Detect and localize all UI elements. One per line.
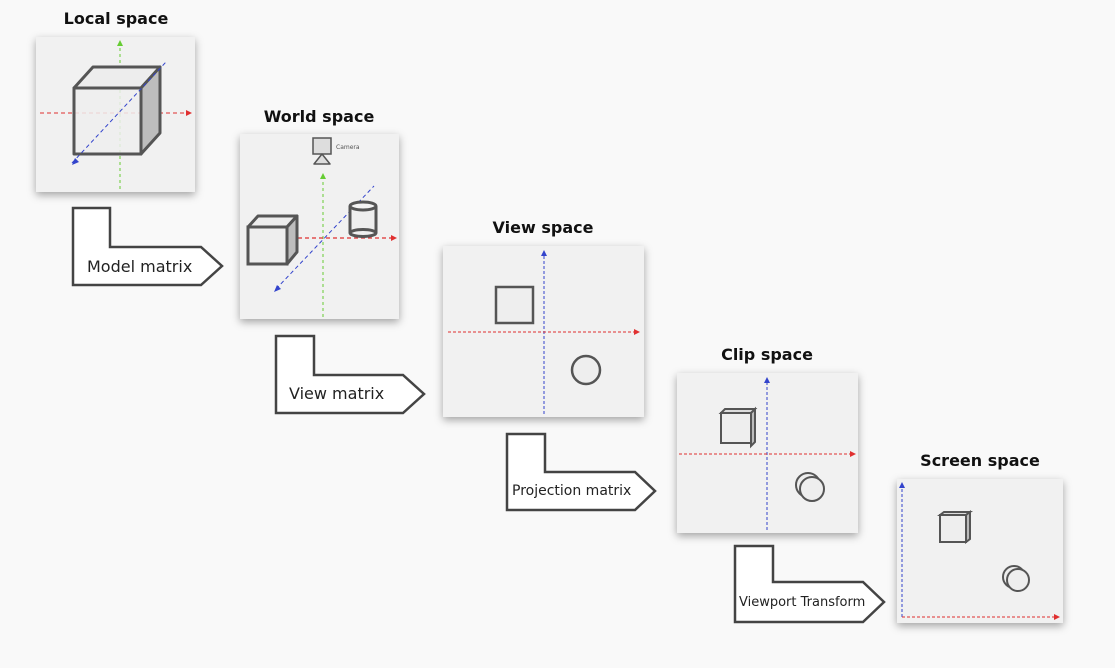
world-space-title: World space bbox=[263, 107, 375, 126]
cube-shape bbox=[72, 65, 162, 156]
circle-shape bbox=[570, 354, 602, 386]
vertical-axis-arrowhead bbox=[541, 250, 547, 256]
clip-space-panel bbox=[677, 373, 858, 533]
model-matrix-label: Model matrix bbox=[87, 257, 193, 276]
coordinate-systems-diagram: Local space Model matrix World space Cam… bbox=[0, 0, 1115, 668]
projection-matrix-arrow: Projection matrix bbox=[505, 432, 659, 513]
viewport-transform-label: Viewport Transform bbox=[739, 595, 866, 610]
square-shape bbox=[494, 285, 535, 325]
cylinder-shape bbox=[348, 200, 378, 238]
cube-shape bbox=[937, 510, 973, 544]
view-matrix-label: View matrix bbox=[289, 384, 385, 403]
z-axis-arrowhead bbox=[274, 285, 281, 292]
model-matrix-arrow: Model matrix bbox=[71, 206, 225, 287]
horizontal-axis-arrowhead bbox=[634, 329, 640, 335]
cylinder-shape bbox=[795, 472, 825, 502]
y-axis-arrowhead bbox=[320, 173, 326, 179]
projection-matrix-label: Projection matrix bbox=[512, 483, 632, 499]
view-space-figure bbox=[448, 250, 640, 414]
vertical-axis-arrowhead bbox=[764, 377, 770, 383]
clip-space-title: Clip space bbox=[721, 345, 813, 364]
camera-label: Camera bbox=[336, 144, 360, 151]
cube-shape bbox=[718, 406, 758, 449]
y-axis-arrowhead bbox=[117, 40, 123, 46]
view-space-title: View space bbox=[492, 218, 594, 237]
screen-space-figure bbox=[899, 482, 1060, 620]
vertical-axis-arrowhead bbox=[899, 482, 905, 488]
world-space-figure: Camera bbox=[246, 137, 397, 317]
view-matrix-arrow: View matrix bbox=[274, 334, 428, 415]
screen-space-title: Screen space bbox=[920, 451, 1040, 470]
local-space-figure bbox=[40, 40, 192, 189]
horizontal-axis-arrowhead bbox=[850, 451, 856, 457]
local-space-title: Local space bbox=[63, 9, 169, 28]
screen-space-panel bbox=[897, 479, 1063, 623]
view-space-panel bbox=[443, 246, 644, 417]
clip-space-figure bbox=[679, 377, 856, 530]
camera-icon bbox=[312, 137, 332, 165]
world-space-panel: Camera bbox=[240, 134, 399, 319]
cube-shape bbox=[246, 214, 299, 266]
x-axis-arrowhead bbox=[186, 110, 192, 116]
cylinder-shape bbox=[1002, 565, 1030, 592]
x-axis-arrowhead bbox=[391, 235, 397, 241]
local-space-panel bbox=[36, 37, 195, 192]
horizontal-axis-arrowhead bbox=[1054, 614, 1060, 620]
viewport-transform-arrow: Viewport Transform bbox=[733, 544, 887, 625]
